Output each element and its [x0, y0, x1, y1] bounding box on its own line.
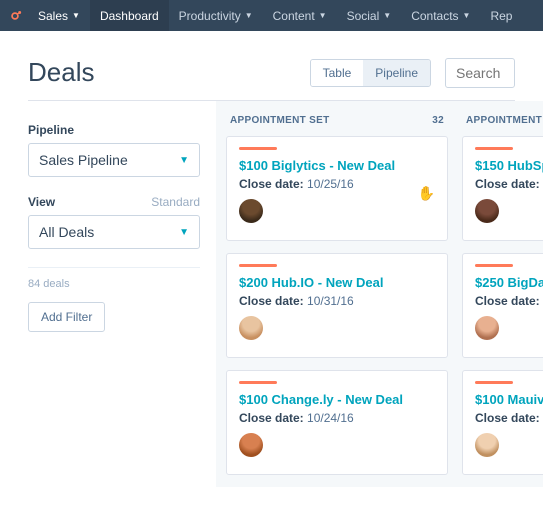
- chevron-down-icon: ▼: [179, 155, 189, 166]
- search-input[interactable]: [445, 58, 515, 88]
- sidebar-divider: [28, 267, 200, 268]
- pipeline-label: Pipeline: [28, 123, 200, 137]
- nav-dashboard[interactable]: Dashboard: [90, 0, 169, 31]
- column-header: APPOINTMENT C: [462, 111, 543, 136]
- status-bar: [475, 264, 513, 267]
- board-column: APPOINTMENT SET 32 $100 Biglytics - New De…: [226, 111, 448, 487]
- hubspot-logo-icon: [8, 9, 22, 23]
- sidebar: Pipeline Sales Pipeline ▼ View Standard …: [0, 101, 200, 487]
- avatar: [475, 316, 499, 340]
- chevron-down-icon: ▼: [245, 11, 253, 20]
- view-table-button[interactable]: Table: [311, 60, 364, 86]
- nav-social[interactable]: Social ▼: [337, 0, 402, 31]
- view-value: All Deals: [39, 224, 94, 240]
- top-nav: Sales ▼ Dashboard Productivity ▼ Content…: [0, 0, 543, 31]
- deal-count: 84 deals: [28, 278, 200, 290]
- pipeline-select[interactable]: Sales Pipeline ▼: [28, 143, 200, 177]
- chevron-down-icon: ▼: [463, 11, 471, 20]
- view-standard-label: Standard: [151, 195, 200, 209]
- status-bar: [239, 147, 277, 150]
- deal-card[interactable]: $150 HubSp Close date: 1: [462, 136, 543, 241]
- nav-item-label: Productivity: [179, 9, 241, 23]
- status-bar: [475, 147, 513, 150]
- nav-item-label: Dashboard: [100, 9, 159, 23]
- nav-brand-sales[interactable]: Sales ▼: [28, 0, 90, 31]
- avatar: [475, 433, 499, 457]
- deal-close-date: Close date: 1: [475, 294, 543, 308]
- view-label: View Standard: [28, 195, 200, 209]
- view-pipeline-button[interactable]: Pipeline: [363, 60, 430, 86]
- nav-item-label: Contacts: [411, 9, 458, 23]
- status-bar: [239, 264, 277, 267]
- nav-contacts[interactable]: Contacts ▼: [401, 0, 480, 31]
- deal-close-date: Close date: 1: [475, 177, 543, 191]
- view-select[interactable]: All Deals ▼: [28, 215, 200, 249]
- status-bar: [475, 381, 513, 384]
- deal-card[interactable]: $200 Hub.IO - New Deal Close date: 10/31/…: [226, 253, 448, 358]
- nav-reports[interactable]: Rep: [480, 0, 522, 31]
- nav-item-label: Social: [347, 9, 380, 23]
- nav-productivity[interactable]: Productivity ▼: [169, 0, 263, 31]
- nav-content[interactable]: Content ▼: [263, 0, 337, 31]
- column-title: APPOINTMENT C: [466, 115, 543, 126]
- avatar: [239, 199, 263, 223]
- deal-close-date: Close date: 1: [475, 411, 543, 425]
- chevron-down-icon: ▼: [319, 11, 327, 20]
- deal-title: $100 Change.ly - New Deal: [239, 392, 435, 407]
- chevron-down-icon: ▼: [383, 11, 391, 20]
- deal-card[interactable]: $100 Change.ly - New Deal Close date: 10/…: [226, 370, 448, 475]
- deal-close-date: Close date: 10/25/16: [239, 177, 435, 191]
- column-title: APPOINTMENT SET: [230, 115, 330, 126]
- deal-close-date: Close date: 10/31/16: [239, 294, 435, 308]
- deal-title: $150 HubSp: [475, 158, 543, 173]
- add-filter-button[interactable]: Add Filter: [28, 302, 105, 332]
- chevron-down-icon: ▼: [179, 227, 189, 238]
- page-title: Deals: [28, 57, 310, 88]
- deal-card[interactable]: $100 Mauive Close date: 1: [462, 370, 543, 475]
- deal-title: $100 Biglytics - New Deal: [239, 158, 435, 173]
- board-column: APPOINTMENT C$150 HubSpClose date: 1$250…: [462, 111, 543, 487]
- deals-board: APPOINTMENT SET 32 $100 Biglytics - New De…: [216, 101, 543, 487]
- grab-cursor-icon: ✋: [418, 185, 435, 202]
- avatar: [239, 433, 263, 457]
- page-header: Deals Table Pipeline: [0, 31, 543, 100]
- deal-title: $200 Hub.IO - New Deal: [239, 275, 435, 290]
- deal-title: $250 BigDat: [475, 275, 543, 290]
- status-bar: [239, 381, 277, 384]
- nav-item-label: Content: [273, 9, 315, 23]
- pipeline-value: Sales Pipeline: [39, 152, 128, 168]
- column-header: APPOINTMENT SET 32: [226, 111, 448, 136]
- nav-item-label: Rep: [490, 9, 512, 23]
- avatar: [475, 199, 499, 223]
- chevron-down-icon: ▼: [72, 11, 80, 20]
- avatar: [239, 316, 263, 340]
- column-count: 32: [432, 115, 444, 126]
- view-toggle: Table Pipeline: [310, 59, 431, 87]
- deal-card[interactable]: $100 Biglytics - New Deal Close date: 10/…: [226, 136, 448, 241]
- deal-close-date: Close date: 10/24/16: [239, 411, 435, 425]
- deal-card[interactable]: $250 BigDat Close date: 1: [462, 253, 543, 358]
- nav-brand-label: Sales: [38, 9, 68, 23]
- deal-title: $100 Mauive: [475, 392, 543, 407]
